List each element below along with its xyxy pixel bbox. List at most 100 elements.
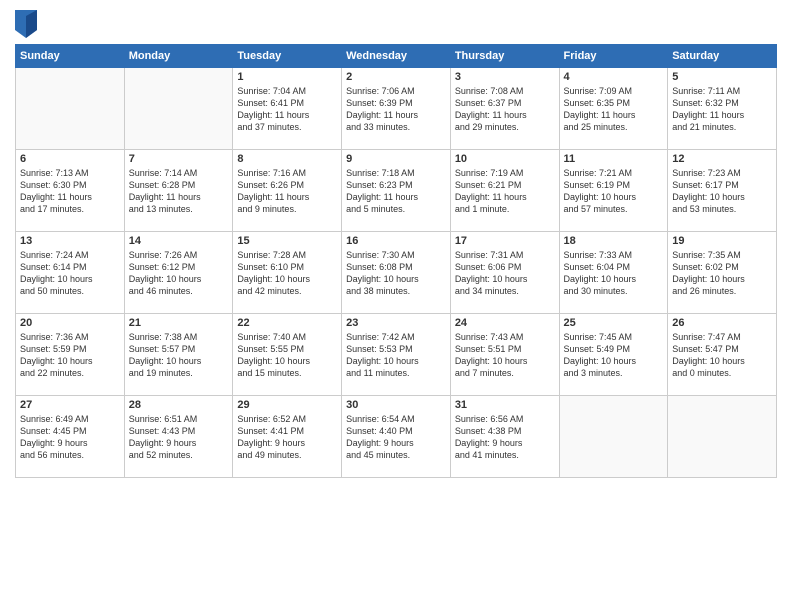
calendar-cell: 30 Sunrise: 6:54 AM Sunset: 4:40 PM Dayli… <box>342 396 451 478</box>
day-info: Sunrise: 7:09 AM Sunset: 6:35 PM Dayligh… <box>564 85 664 134</box>
day-info: Sunrise: 7:08 AM Sunset: 6:37 PM Dayligh… <box>455 85 555 134</box>
day-info: Sunrise: 7:35 AM Sunset: 6:02 PM Dayligh… <box>672 249 772 298</box>
day-header-thursday: Thursday <box>450 45 559 68</box>
page: SundayMondayTuesdayWednesdayThursdayFrid… <box>0 0 792 612</box>
day-info: Sunrise: 7:13 AM Sunset: 6:30 PM Dayligh… <box>20 167 120 216</box>
day-number: 24 <box>455 317 555 329</box>
logo <box>15 10 39 38</box>
day-info: Sunrise: 7:47 AM Sunset: 5:47 PM Dayligh… <box>672 331 772 380</box>
day-number: 15 <box>237 235 337 247</box>
day-number: 25 <box>564 317 664 329</box>
day-info: Sunrise: 7:38 AM Sunset: 5:57 PM Dayligh… <box>129 331 229 380</box>
day-info: Sunrise: 7:30 AM Sunset: 6:08 PM Dayligh… <box>346 249 446 298</box>
calendar-cell: 11 Sunrise: 7:21 AM Sunset: 6:19 PM Dayli… <box>559 150 668 232</box>
calendar-cell: 8Sunrise: 7:16 AM Sunset: 6:26 PM Daylig… <box>233 150 342 232</box>
day-number: 5 <box>672 71 772 83</box>
calendar-cell: 7 Sunrise: 7:14 AM Sunset: 6:28 PM Daylig… <box>124 150 233 232</box>
calendar: SundayMondayTuesdayWednesdayThursdayFrid… <box>15 44 777 478</box>
calendar-week-5: 27 Sunrise: 6:49 AM Sunset: 4:45 PM Dayli… <box>16 396 777 478</box>
calendar-cell: 31 Sunrise: 6:56 AM Sunset: 4:38 PM Dayli… <box>450 396 559 478</box>
day-info: Sunrise: 7:11 AM Sunset: 6:32 PM Dayligh… <box>672 85 772 134</box>
day-number: 23 <box>346 317 446 329</box>
calendar-week-3: 13Sunrise: 7:24 AM Sunset: 6:14 PM Dayli… <box>16 232 777 314</box>
calendar-cell: 3 Sunrise: 7:08 AM Sunset: 6:37 PM Daylig… <box>450 68 559 150</box>
day-info: Sunrise: 7:28 AM Sunset: 6:10 PM Dayligh… <box>237 249 337 298</box>
day-info: Sunrise: 7:19 AM Sunset: 6:21 PM Dayligh… <box>455 167 555 216</box>
calendar-cell: 23 Sunrise: 7:42 AM Sunset: 5:53 PM Dayli… <box>342 314 451 396</box>
day-info: Sunrise: 7:06 AM Sunset: 6:39 PM Dayligh… <box>346 85 446 134</box>
day-info: Sunrise: 6:54 AM Sunset: 4:40 PM Dayligh… <box>346 413 446 462</box>
calendar-cell: 24 Sunrise: 7:43 AM Sunset: 5:51 PM Dayli… <box>450 314 559 396</box>
day-number: 31 <box>455 399 555 411</box>
calendar-cell <box>16 68 125 150</box>
day-info: Sunrise: 7:26 AM Sunset: 6:12 PM Dayligh… <box>129 249 229 298</box>
day-header-monday: Monday <box>124 45 233 68</box>
day-number: 6 <box>20 153 120 165</box>
calendar-cell: 13Sunrise: 7:24 AM Sunset: 6:14 PM Dayli… <box>16 232 125 314</box>
day-info: Sunrise: 7:21 AM Sunset: 6:19 PM Dayligh… <box>564 167 664 216</box>
day-number: 19 <box>672 235 772 247</box>
calendar-cell: 18 Sunrise: 7:33 AM Sunset: 6:04 PM Dayli… <box>559 232 668 314</box>
day-info: Sunrise: 7:04 AM Sunset: 6:41 PM Dayligh… <box>237 85 337 134</box>
day-header-saturday: Saturday <box>668 45 777 68</box>
calendar-header-row: SundayMondayTuesdayWednesdayThursdayFrid… <box>16 45 777 68</box>
day-number: 2 <box>346 71 446 83</box>
day-info: Sunrise: 7:40 AM Sunset: 5:55 PM Dayligh… <box>237 331 337 380</box>
day-info: Sunrise: 6:51 AM Sunset: 4:43 PM Dayligh… <box>129 413 229 462</box>
day-number: 10 <box>455 153 555 165</box>
calendar-week-1: 1Sunrise: 7:04 AM Sunset: 6:41 PM Daylig… <box>16 68 777 150</box>
calendar-cell: 9Sunrise: 7:18 AM Sunset: 6:23 PM Daylig… <box>342 150 451 232</box>
calendar-cell: 5 Sunrise: 7:11 AM Sunset: 6:32 PM Daylig… <box>668 68 777 150</box>
calendar-cell: 16 Sunrise: 7:30 AM Sunset: 6:08 PM Dayli… <box>342 232 451 314</box>
day-number: 27 <box>20 399 120 411</box>
calendar-cell <box>559 396 668 478</box>
header <box>15 10 777 38</box>
day-info: Sunrise: 6:56 AM Sunset: 4:38 PM Dayligh… <box>455 413 555 462</box>
calendar-cell: 14Sunrise: 7:26 AM Sunset: 6:12 PM Dayli… <box>124 232 233 314</box>
calendar-cell: 10 Sunrise: 7:19 AM Sunset: 6:21 PM Dayli… <box>450 150 559 232</box>
calendar-cell: 22Sunrise: 7:40 AM Sunset: 5:55 PM Dayli… <box>233 314 342 396</box>
day-info: Sunrise: 7:45 AM Sunset: 5:49 PM Dayligh… <box>564 331 664 380</box>
calendar-cell: 28 Sunrise: 6:51 AM Sunset: 4:43 PM Dayli… <box>124 396 233 478</box>
day-number: 4 <box>564 71 664 83</box>
calendar-cell: 1Sunrise: 7:04 AM Sunset: 6:41 PM Daylig… <box>233 68 342 150</box>
day-info: Sunrise: 7:42 AM Sunset: 5:53 PM Dayligh… <box>346 331 446 380</box>
calendar-cell: 25 Sunrise: 7:45 AM Sunset: 5:49 PM Dayli… <box>559 314 668 396</box>
day-number: 28 <box>129 399 229 411</box>
calendar-cell: 26 Sunrise: 7:47 AM Sunset: 5:47 PM Dayli… <box>668 314 777 396</box>
calendar-cell: 2 Sunrise: 7:06 AM Sunset: 6:39 PM Daylig… <box>342 68 451 150</box>
day-info: Sunrise: 6:52 AM Sunset: 4:41 PM Dayligh… <box>237 413 337 462</box>
day-number: 11 <box>564 153 664 165</box>
day-number: 20 <box>20 317 120 329</box>
day-header-sunday: Sunday <box>16 45 125 68</box>
day-number: 12 <box>672 153 772 165</box>
calendar-week-2: 6 Sunrise: 7:13 AM Sunset: 6:30 PM Daylig… <box>16 150 777 232</box>
calendar-week-4: 20 Sunrise: 7:36 AM Sunset: 5:59 PM Dayli… <box>16 314 777 396</box>
day-number: 16 <box>346 235 446 247</box>
day-header-tuesday: Tuesday <box>233 45 342 68</box>
day-number: 13 <box>20 235 120 247</box>
day-info: Sunrise: 7:33 AM Sunset: 6:04 PM Dayligh… <box>564 249 664 298</box>
calendar-cell: 6 Sunrise: 7:13 AM Sunset: 6:30 PM Daylig… <box>16 150 125 232</box>
day-number: 30 <box>346 399 446 411</box>
day-number: 29 <box>237 399 337 411</box>
day-info: Sunrise: 7:31 AM Sunset: 6:06 PM Dayligh… <box>455 249 555 298</box>
day-info: Sunrise: 7:36 AM Sunset: 5:59 PM Dayligh… <box>20 331 120 380</box>
day-header-friday: Friday <box>559 45 668 68</box>
day-info: Sunrise: 7:43 AM Sunset: 5:51 PM Dayligh… <box>455 331 555 380</box>
calendar-cell <box>124 68 233 150</box>
calendar-cell <box>668 396 777 478</box>
day-number: 7 <box>129 153 229 165</box>
day-header-wednesday: Wednesday <box>342 45 451 68</box>
calendar-cell: 17 Sunrise: 7:31 AM Sunset: 6:06 PM Dayli… <box>450 232 559 314</box>
calendar-cell: 20 Sunrise: 7:36 AM Sunset: 5:59 PM Dayli… <box>16 314 125 396</box>
day-number: 17 <box>455 235 555 247</box>
day-number: 26 <box>672 317 772 329</box>
day-number: 18 <box>564 235 664 247</box>
logo-icon <box>15 10 37 38</box>
day-info: Sunrise: 7:14 AM Sunset: 6:28 PM Dayligh… <box>129 167 229 216</box>
day-number: 21 <box>129 317 229 329</box>
day-number: 3 <box>455 71 555 83</box>
day-info: Sunrise: 6:49 AM Sunset: 4:45 PM Dayligh… <box>20 413 120 462</box>
day-number: 8 <box>237 153 337 165</box>
